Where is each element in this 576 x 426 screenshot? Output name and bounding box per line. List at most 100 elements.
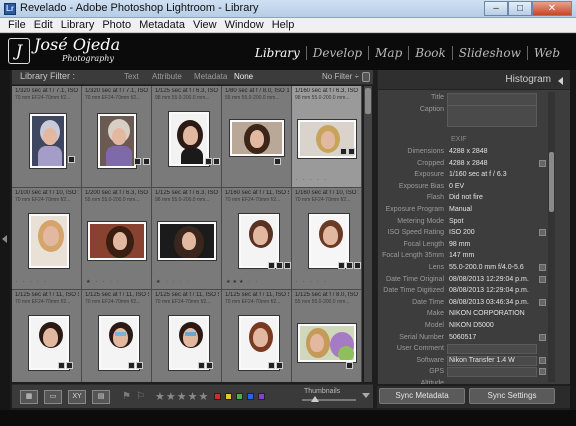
color-label-red[interactable] bbox=[214, 393, 221, 400]
survey-view-icon[interactable]: ▤ bbox=[92, 390, 110, 404]
rating-stars[interactable]: ★ · · · · bbox=[156, 279, 218, 285]
grid-cell[interactable]: 1/320 sec at f / 7.1, ISO 1... 70 mm EF2… bbox=[12, 86, 82, 188]
filter-attribute[interactable]: Attribute bbox=[152, 72, 182, 81]
filter-metadata[interactable]: Metadata bbox=[194, 72, 227, 81]
right-panel-edge[interactable] bbox=[570, 70, 576, 410]
metadata-badge-icon[interactable] bbox=[268, 362, 275, 369]
go-to-arrow-icon[interactable] bbox=[539, 368, 546, 376]
sync-settings-button[interactable]: Sync Settings bbox=[469, 388, 555, 404]
collapse-triangle-icon[interactable] bbox=[558, 77, 563, 85]
menu-library[interactable]: Library bbox=[57, 18, 99, 32]
grid-cell[interactable]: 1/100 sec at f / 10, ISO 1... 70 mm EF24… bbox=[12, 188, 82, 290]
photo-thumbnail[interactable] bbox=[88, 222, 146, 260]
crop-badge-icon[interactable] bbox=[206, 362, 213, 369]
metadata-badge-icon[interactable] bbox=[340, 148, 347, 155]
crop-badge-icon[interactable] bbox=[348, 148, 355, 155]
go-to-arrow-icon[interactable] bbox=[539, 229, 546, 237]
metadata-field[interactable] bbox=[447, 105, 537, 127]
panel-scrollbar-thumb[interactable] bbox=[549, 152, 554, 212]
go-to-arrow-icon[interactable] bbox=[539, 333, 546, 341]
grid-cell[interactable]: 1/125 sec at f / 11, ISO 50... 70 mm EF2… bbox=[12, 290, 82, 382]
rating-stars[interactable]: ★★★ · · bbox=[226, 279, 288, 285]
menu-view[interactable]: View bbox=[189, 18, 221, 32]
metadata-badge-icon[interactable] bbox=[274, 158, 281, 165]
metadata-badge-icon[interactable] bbox=[338, 262, 345, 269]
exif-field[interactable] bbox=[447, 367, 537, 378]
metadata-badge-icon[interactable] bbox=[198, 362, 205, 369]
photo-thumbnail[interactable] bbox=[239, 214, 279, 268]
photo-thumbnail[interactable] bbox=[158, 222, 216, 260]
color-label-blue[interactable] bbox=[247, 393, 254, 400]
lock-icon[interactable] bbox=[362, 72, 370, 82]
module-book[interactable]: Book bbox=[408, 46, 452, 60]
module-develop[interactable]: Develop bbox=[305, 46, 368, 60]
slider-knob[interactable] bbox=[310, 396, 319, 402]
menu-file[interactable]: File bbox=[4, 18, 30, 32]
histogram-header[interactable]: Histogram bbox=[378, 70, 570, 90]
crop-badge-icon[interactable] bbox=[66, 362, 73, 369]
go-to-arrow-icon[interactable] bbox=[539, 356, 546, 364]
rating-dots[interactable]: · · · · · bbox=[296, 177, 358, 183]
color-label-green[interactable] bbox=[236, 393, 243, 400]
crop-badge-icon[interactable] bbox=[213, 158, 220, 165]
module-slideshow[interactable]: Slideshow bbox=[451, 46, 527, 60]
rating-stars-filter[interactable]: ★★★★★ bbox=[155, 390, 209, 403]
flag-reject-icon[interactable]: ⚐ bbox=[136, 391, 145, 402]
color-label-yellow[interactable] bbox=[225, 393, 232, 400]
filter-text[interactable]: Text bbox=[124, 72, 139, 81]
left-panel-toggle[interactable] bbox=[0, 70, 10, 410]
metadata-badge-icon[interactable] bbox=[268, 262, 275, 269]
grid-cell[interactable]: 1/125 sec at f / 6.3, ISO 1... 98 mm 55.… bbox=[152, 86, 222, 188]
close-button[interactable]: ✕ bbox=[532, 1, 572, 16]
menu-edit[interactable]: Edit bbox=[30, 18, 57, 32]
crop-badge-icon[interactable] bbox=[143, 158, 150, 165]
module-map[interactable]: Map bbox=[368, 46, 408, 60]
rating-dots[interactable]: · · · · · bbox=[296, 279, 358, 285]
exif-field[interactable] bbox=[447, 344, 537, 355]
filter-preset-dropdown[interactable]: No Filter ÷ bbox=[322, 72, 359, 81]
crop-badge-icon[interactable] bbox=[346, 262, 353, 269]
photo-thumbnail[interactable] bbox=[230, 120, 284, 156]
edit-badge-icon[interactable] bbox=[354, 262, 361, 269]
menu-help[interactable]: Help bbox=[268, 18, 299, 32]
minimize-button[interactable]: – bbox=[484, 1, 508, 16]
grid-cell[interactable]: 1/160 sec at f / 11, ISO 50... 70 mm EF2… bbox=[222, 188, 292, 290]
module-web[interactable]: Web bbox=[526, 46, 566, 60]
photo-thumbnail[interactable] bbox=[309, 214, 349, 268]
grid-cell[interactable]: 1/125 sec at f / 6.3, ISO 2... 98 mm 55.… bbox=[152, 188, 222, 290]
menu-metadata[interactable]: Metadata bbox=[135, 18, 189, 32]
grid-cell[interactable]: 1/160 sec at f / 10, ISO 1... 70 mm EF24… bbox=[292, 188, 362, 290]
filter-none[interactable]: None bbox=[234, 72, 253, 81]
go-to-arrow-icon[interactable] bbox=[539, 264, 546, 271]
grid-view-icon[interactable]: ▦ bbox=[20, 390, 38, 404]
edit-badge-icon[interactable] bbox=[284, 262, 291, 269]
grid-cell[interactable]: 1/125 sec at f / 11, ISO 50... 70 mm EF2… bbox=[82, 290, 152, 382]
photo-thumbnail[interactable] bbox=[30, 114, 66, 168]
flag-pick-icon[interactable]: ⚑ bbox=[122, 391, 131, 402]
maximize-button[interactable]: □ bbox=[508, 1, 532, 16]
photo-thumbnail[interactable] bbox=[29, 214, 69, 268]
sync-metadata-button[interactable]: Sync Metadata bbox=[379, 388, 465, 404]
grid-cell-selected[interactable]: 1/160 sec at f / 6.3, ISO 2... 98 mm 55.… bbox=[292, 86, 362, 188]
menu-window[interactable]: Window bbox=[221, 18, 268, 32]
photo-thumbnail[interactable] bbox=[298, 324, 356, 362]
grid-cell[interactable]: 1/320 sec at f / 7.1, ISO 1... 70 mm EF2… bbox=[82, 86, 152, 188]
crop-badge-icon[interactable] bbox=[276, 262, 283, 269]
rating-dots[interactable]: · · · · · bbox=[16, 279, 78, 285]
go-to-arrow-icon[interactable] bbox=[539, 298, 546, 306]
go-to-arrow-icon[interactable] bbox=[539, 275, 546, 283]
lightroom-app-icon[interactable]: Lr bbox=[4, 3, 16, 15]
metadata-badge-icon[interactable] bbox=[128, 362, 135, 369]
grid-cell[interactable]: 1/125 sec at f / 8.0, ISO 5... 55 mm 55.… bbox=[292, 290, 362, 382]
grid-cell[interactable]: 1/200 sec at f / 6.3, ISO 1... 55 mm 55.… bbox=[82, 188, 152, 290]
grid-cell[interactable]: 1/125 sec at f / 11, ISO 50... 70 mm EF2… bbox=[222, 290, 292, 382]
metadata-badge-icon[interactable] bbox=[134, 158, 141, 165]
grid-cell[interactable]: 1/125 sec at f / 11, ISO 50... 70 mm EF2… bbox=[152, 290, 222, 382]
module-library[interactable]: Library bbox=[249, 46, 306, 60]
menu-photo[interactable]: Photo bbox=[98, 18, 135, 32]
grid-cell[interactable]: 1/80 sec at f / 8.0, ISO 1... 55 mm 55.0… bbox=[222, 86, 292, 188]
photo-thumbnail[interactable] bbox=[98, 114, 136, 168]
rating-stars[interactable]: ★ · · · · bbox=[86, 279, 148, 285]
loupe-view-icon[interactable]: ▭ bbox=[44, 390, 62, 404]
crop-badge-icon[interactable] bbox=[136, 362, 143, 369]
